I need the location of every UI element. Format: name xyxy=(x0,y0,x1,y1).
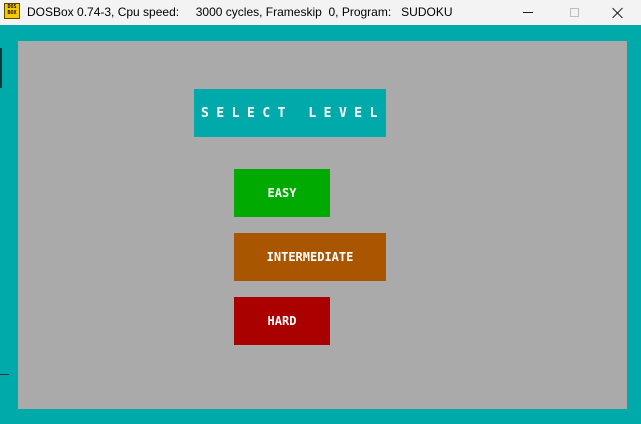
close-icon xyxy=(612,7,624,19)
select-level-heading: SELECT LEVEL xyxy=(194,89,386,137)
window-edge-shadow xyxy=(0,48,2,88)
intermediate-button[interactable]: INTERMEDIATE xyxy=(234,233,386,281)
maximize-button[interactable] xyxy=(551,0,597,25)
title-bar[interactable]: DOS BOX DOSBox 0.74-3, Cpu speed: 3000 c… xyxy=(0,0,641,25)
close-button[interactable] xyxy=(595,0,641,25)
dosbox-window: DOS BOX DOSBox 0.74-3, Cpu speed: 3000 c… xyxy=(0,0,641,424)
dos-screen[interactable] xyxy=(0,25,641,424)
minimize-icon xyxy=(523,12,533,13)
icon-text-bottom: BOX xyxy=(7,10,17,16)
edge-tick xyxy=(0,374,9,375)
easy-button[interactable]: EASY xyxy=(234,169,330,217)
dosbox-icon[interactable]: DOS BOX xyxy=(4,3,20,19)
maximize-icon xyxy=(569,8,579,17)
window-title: DOSBox 0.74-3, Cpu speed: 3000 cycles, F… xyxy=(27,5,453,19)
hard-button[interactable]: HARD xyxy=(234,297,330,345)
minimize-button[interactable] xyxy=(505,0,551,25)
